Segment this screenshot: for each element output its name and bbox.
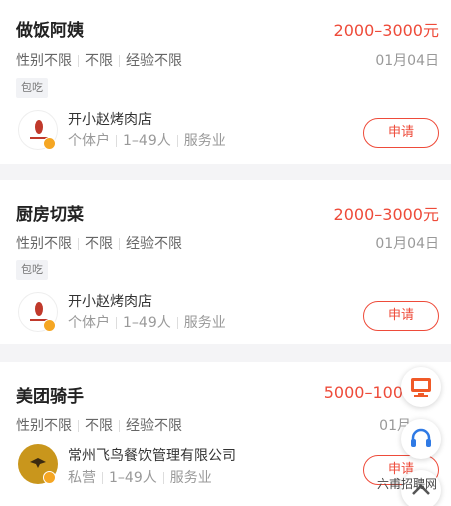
company-name[interactable]: 常州飞鸟餐饮管理有限公司 <box>68 445 236 465</box>
company-info: 私营 1–49人 服务业 <box>68 467 212 487</box>
apply-button[interactable]: 申请 <box>363 301 439 331</box>
benefit-tag: 包吃 <box>16 260 48 280</box>
gender-req: 性别不限 <box>16 53 72 69</box>
requirements: 性别不限 不限 经验不限 <box>16 50 182 70</box>
edu-req: 不限 <box>85 418 113 434</box>
monitor-float-button[interactable] <box>401 367 441 407</box>
edu-req: 不限 <box>85 53 113 69</box>
job-card[interactable]: 做饭阿姨 2000–3000元 性别不限 不限 经验不限 01月04日 包吃 开小赵… <box>0 0 451 164</box>
exp-req: 经验不限 <box>126 418 182 434</box>
job-title: 厨房切菜 <box>16 205 84 225</box>
company-size: 1–49人 <box>109 470 157 486</box>
company-size: 1–49人 <box>123 133 171 149</box>
gender-req: 性别不限 <box>16 236 72 252</box>
company-type: 个体户 <box>68 133 110 149</box>
salary: 2000–3000元 <box>333 205 439 224</box>
company-type: 私营 <box>68 470 96 486</box>
requirements: 性别不限 不限 经验不限 <box>16 415 182 435</box>
post-date: 01月04日 <box>375 53 439 69</box>
job-card[interactable]: 厨房切菜 2000–3000元 性别不限 不限 经验不限 01月04日 包吃 开小赵… <box>0 180 451 344</box>
job-title: 美团骑手 <box>16 387 84 407</box>
post-date: 01月04日 <box>375 236 439 252</box>
company-type: 个体户 <box>68 315 110 331</box>
company-info: 个体户 1–49人 服务业 <box>68 130 226 150</box>
edu-req: 不限 <box>85 236 113 252</box>
verified-icon <box>43 471 56 484</box>
exp-req: 经验不限 <box>126 53 182 69</box>
salary: 2000–3000元 <box>333 21 439 40</box>
salary: 5000–100 <box>323 383 403 402</box>
gender-req: 性别不限 <box>16 418 72 434</box>
verified-icon <box>43 319 56 332</box>
company-size: 1–49人 <box>123 315 171 331</box>
company-name[interactable]: 开小赵烤肉店 <box>68 109 152 129</box>
job-title: 做饭阿姨 <box>16 21 84 41</box>
headset-icon <box>411 428 431 447</box>
company-industry: 服务业 <box>183 315 226 331</box>
apply-button[interactable]: 申请 <box>363 118 439 148</box>
watermark: 六甫招聘网 <box>376 477 437 491</box>
company-industry: 服务业 <box>183 133 226 149</box>
benefit-tag: 包吃 <box>16 78 48 98</box>
exp-req: 经验不限 <box>126 236 182 252</box>
monitor-icon <box>411 378 431 397</box>
requirements: 性别不限 不限 经验不限 <box>16 233 182 253</box>
company-info: 个体户 1–49人 服务业 <box>68 312 226 332</box>
company-name[interactable]: 开小赵烤肉店 <box>68 291 152 311</box>
customer-service-button[interactable] <box>401 419 441 459</box>
verified-icon <box>43 137 56 150</box>
company-industry: 服务业 <box>169 470 212 486</box>
